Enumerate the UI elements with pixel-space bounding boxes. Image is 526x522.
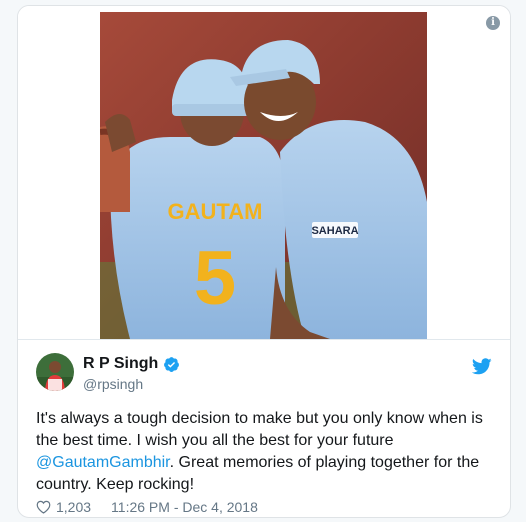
tweet-meta: 1,203 11:26 PM - Dec 4, 2018 [36, 499, 258, 515]
author-name-row[interactable]: R P Singh [83, 355, 180, 373]
mention-link[interactable]: @GautamGambhir [36, 454, 170, 471]
tweet-text-part: It's always a tough decision to make but… [36, 410, 483, 449]
tweet-media[interactable]: GAUTAM 5 SAHARA i [18, 6, 510, 339]
twitter-bird-icon[interactable] [472, 358, 492, 375]
tweet-text: It's always a tough decision to make but… [36, 408, 504, 496]
jersey-name: GAUTAM [168, 199, 263, 224]
cricket-photo[interactable]: GAUTAM 5 SAHARA [100, 12, 427, 339]
jersey-number: 5 [194, 236, 236, 321]
user-handle[interactable]: @rpsingh [83, 376, 143, 392]
sponsor-logo: SAHARA [311, 225, 358, 237]
verified-badge-icon [164, 356, 180, 372]
like-count[interactable]: 1,203 [56, 499, 91, 515]
tweet-body: R P Singh @rpsingh It's always a tough d… [18, 340, 510, 517]
heart-icon[interactable] [36, 500, 51, 514]
info-icon[interactable]: i [486, 16, 500, 30]
avatar[interactable] [36, 353, 74, 391]
display-name[interactable]: R P Singh [83, 355, 158, 373]
timestamp[interactable]: 11:26 PM - Dec 4, 2018 [111, 499, 258, 515]
tweet-card: GAUTAM 5 SAHARA i R P Singh @rpsingh It'… [17, 5, 511, 518]
